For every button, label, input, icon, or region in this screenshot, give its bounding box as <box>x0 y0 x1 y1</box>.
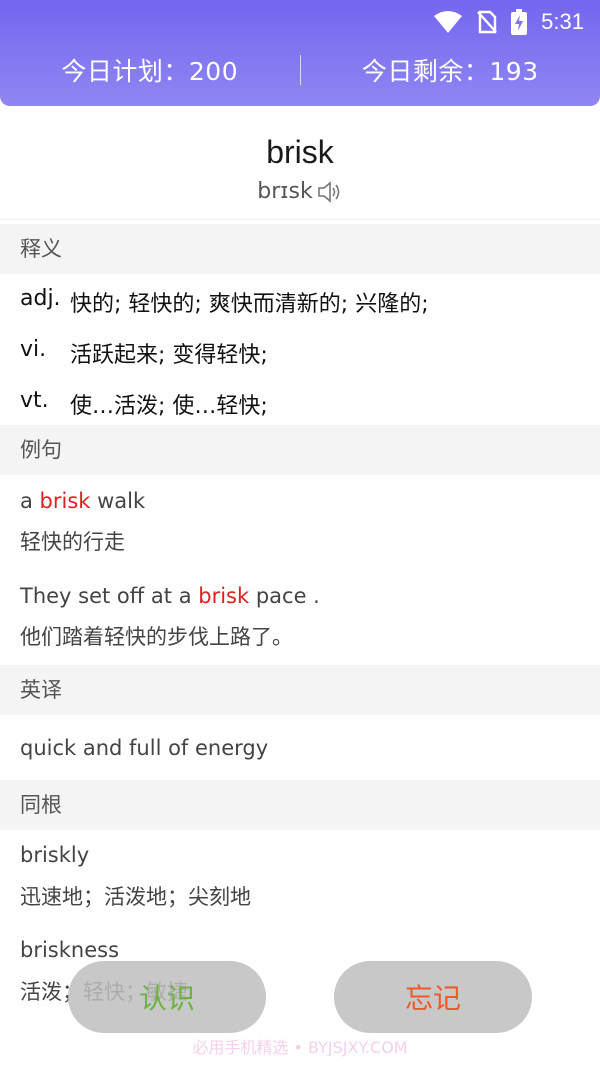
phonetic-row: brɪsk <box>257 179 342 204</box>
cognate-meaning: 迅速地；活泼地；尖刻地 <box>20 885 251 909</box>
word-title: brisk <box>266 134 334 170</box>
phonetic: brɪsk <box>257 179 313 204</box>
section-examples: 例句 <box>0 425 600 475</box>
example-highlight: brisk <box>39 489 91 513</box>
example-text: walk <box>90 489 146 513</box>
wifi-icon <box>434 11 463 33</box>
example-text: pace . <box>249 584 320 608</box>
today-plan: 今日计划：200 <box>61 57 239 86</box>
def-text: 活跃起来; 变得轻快; <box>70 343 268 368</box>
word-block: brisk brɪsk <box>0 106 600 220</box>
no-sim-icon <box>477 10 498 34</box>
example-highlight: brisk <box>198 584 250 608</box>
def-pos: vt. <box>20 388 49 413</box>
def-text: 使…活泼; 使…轻快; <box>70 394 268 419</box>
watermark: 必用手机精选 • BYJSJXY.COM <box>192 1038 408 1057</box>
status-time: 5:31 <box>541 9 584 34</box>
section-definitions: 释义 <box>0 224 600 274</box>
definition-row: vt. 使…活泼; 使…轻快; <box>20 388 268 420</box>
forget-button[interactable]: 忘记 <box>334 961 532 1033</box>
example-sentence: a brisk walk <box>20 486 145 516</box>
def-pos: vi. <box>20 337 47 362</box>
example-text: a <box>20 489 40 513</box>
def-pos: adj. <box>20 286 61 311</box>
today-remaining: 今日剩余：193 <box>361 57 539 86</box>
section-cognates: 同根 <box>0 780 600 830</box>
know-button[interactable]: 认识 <box>68 961 266 1033</box>
example-translation: 他们踏着轻快的步伐上路了。 <box>20 625 293 649</box>
speaker-icon[interactable] <box>317 180 343 204</box>
example-text: They set off at a <box>20 584 199 608</box>
cognate-word: briskness <box>20 938 120 962</box>
english-definition: quick and full of energy <box>20 736 269 760</box>
status-bar: 5:31 <box>433 8 584 36</box>
plan-row: 今日计划：200 今日剩余：193 <box>0 50 600 90</box>
header: 5:31 今日计划：200 今日剩余：193 <box>0 0 600 106</box>
cognate-word: briskly <box>20 843 90 867</box>
def-text: 快的; 轻快的; 爽快而清新的; 兴隆的; <box>70 292 429 317</box>
definition-row: adj. 快的; 轻快的; 爽快而清新的; 兴隆的; <box>20 286 429 318</box>
definition-row: vi. 活跃起来; 变得轻快; <box>20 337 268 369</box>
section-english: 英译 <box>0 665 600 715</box>
battery-charging-icon <box>511 9 528 35</box>
example-sentence: They set off at a brisk pace . <box>20 581 320 611</box>
example-translation: 轻快的行走 <box>20 530 125 554</box>
